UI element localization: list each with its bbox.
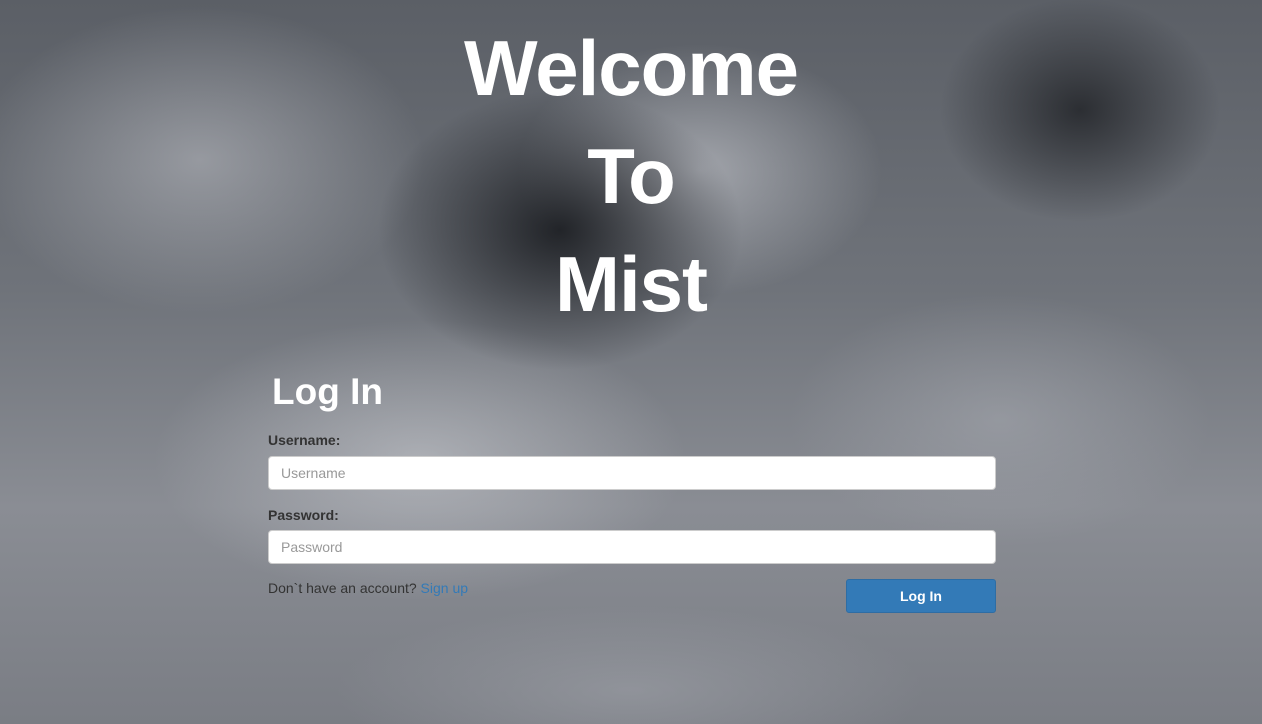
login-button[interactable]: Log In [846,579,996,613]
signup-link[interactable]: Sign up [421,580,468,596]
password-label: Password: [268,507,339,523]
username-input[interactable] [268,456,996,490]
password-input[interactable] [268,530,996,564]
signup-prompt: Don`t have an account? Sign up [268,580,468,596]
welcome-line-2: To [587,132,676,220]
username-label: Username: [268,432,341,448]
no-account-text: Don`t have an account? [268,580,417,596]
login-page: Welcome To Mist Log In Username: Passwor… [0,0,1262,724]
welcome-line-1: Welcome [463,24,799,112]
login-title: Log In [272,371,383,412]
welcome-heading: Welcome To Mist [0,14,1262,338]
welcome-line-3: Mist [555,240,708,328]
